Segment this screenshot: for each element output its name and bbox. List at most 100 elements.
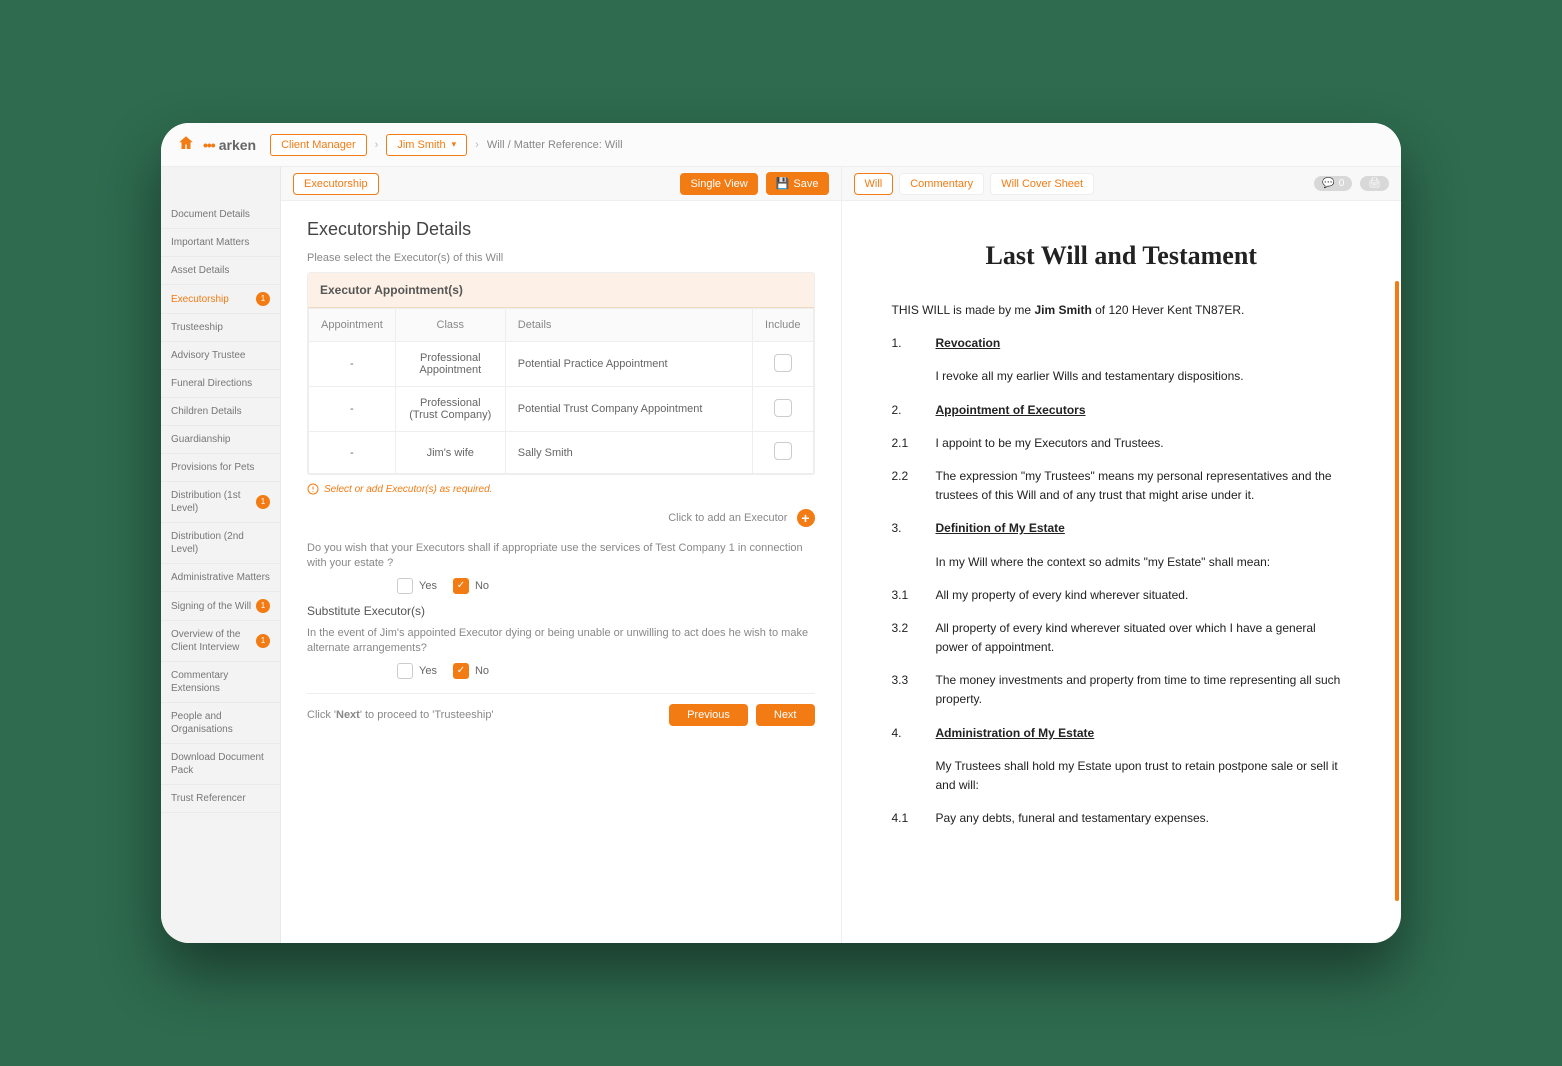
sidebar-item-16[interactable]: People and Organisations	[161, 703, 280, 744]
cell-include	[753, 342, 813, 387]
sidebar-item-3[interactable]: Executorship1	[161, 285, 280, 314]
substitute-executors-title: Substitute Executor(s)	[307, 604, 815, 618]
sidebar-badge: 1	[256, 599, 270, 613]
comment-icon: 💬	[1322, 178, 1334, 189]
section-2-head: 2.Appointment of Executors	[892, 401, 1352, 420]
section-1-head: 1.Revocation	[892, 334, 1352, 353]
sidebar-item-6[interactable]: Funeral Directions	[161, 370, 280, 398]
col-details: Details	[505, 309, 752, 342]
include-checkbox[interactable]	[774, 442, 792, 460]
chevron-down-icon: ▾	[452, 139, 457, 150]
q1-yes-option[interactable]: Yes	[397, 578, 437, 594]
executor-table: Appointment Class Details Include -Profe…	[308, 308, 814, 474]
sidebar-item-0[interactable]: Document Details	[161, 201, 280, 229]
cell-class: Jim's wife	[395, 432, 505, 474]
sidebar-item-7[interactable]: Children Details	[161, 398, 280, 426]
tab-executorship[interactable]: Executorship	[293, 173, 379, 195]
single-view-button[interactable]: Single View	[680, 173, 757, 195]
include-checkbox[interactable]	[774, 354, 792, 372]
cell-appointment: -	[309, 342, 396, 387]
cell-details: Potential Trust Company Appointment	[505, 387, 752, 432]
next-button[interactable]: Next	[756, 704, 815, 726]
sidebar-item-label: Commentary Extensions	[171, 669, 270, 695]
question-1: Do you wish that your Executors shall if…	[307, 541, 815, 572]
sidebar-item-11[interactable]: Distribution (2nd Level)	[161, 523, 280, 564]
sidebar-item-label: Asset Details	[171, 264, 229, 277]
sidebar-item-10[interactable]: Distribution (1st Level)1	[161, 482, 280, 523]
add-executor-label: Click to add an Executor	[668, 512, 787, 524]
doc-tab-commentary[interactable]: Commentary	[899, 173, 984, 195]
sidebar-item-13[interactable]: Signing of the Will 1	[161, 592, 280, 621]
previous-button[interactable]: Previous	[669, 704, 748, 726]
sidebar-item-label: Executorship	[171, 293, 229, 306]
doc-tab-will[interactable]: Will	[854, 173, 894, 195]
save-button[interactable]: 💾 Save	[766, 172, 829, 195]
left-tabbar: Executorship Single View 💾 Save	[281, 167, 841, 201]
sidebar-item-2[interactable]: Asset Details	[161, 257, 280, 285]
add-executor-button[interactable]: +	[797, 509, 815, 527]
warning-row: Select or add Executor(s) as required.	[307, 483, 815, 495]
doc-tab-will-cover-sheet[interactable]: Will Cover Sheet	[990, 173, 1094, 195]
print-icon: 🖨	[1368, 178, 1381, 189]
logo-dots-icon: •••	[203, 137, 215, 153]
save-icon: 💾	[776, 177, 790, 190]
section-2-2: 2.2The expression "my Trustees" means my…	[892, 467, 1352, 505]
sidebar-item-8[interactable]: Guardianship	[161, 426, 280, 454]
sidebar-item-label: Important Matters	[171, 236, 249, 249]
sidebar-item-label: People and Organisations	[171, 710, 270, 736]
form-footer: Click 'Next' to proceed to 'Trusteeship'…	[307, 693, 815, 726]
section-4-lead: My Trustees shall hold my Estate upon tr…	[892, 757, 1352, 795]
sidebar-item-label: Distribution (1st Level)	[171, 489, 256, 515]
sidebar-nav: Document Details Important Matters Asset D…	[161, 167, 281, 943]
print-button[interactable]: 🖨	[1360, 176, 1389, 191]
sidebar-item-12[interactable]: Administrative Matters	[161, 564, 280, 592]
section-2-1: 2.1I appoint to be my Executors and Trus…	[892, 434, 1352, 453]
doc-intro: THIS WILL is made by me Jim Smith of 120…	[892, 301, 1352, 320]
sidebar-item-9[interactable]: Provisions for Pets	[161, 454, 280, 482]
brand-logo: ••• arken	[203, 137, 256, 153]
client-manager-crumb[interactable]: Client Manager	[270, 134, 367, 156]
cell-include	[753, 432, 813, 474]
sidebar-item-label: Document Details	[171, 208, 250, 221]
top-breadcrumb-bar: ••• arken Client Manager › Jim Smith ▾ ›…	[161, 123, 1401, 167]
sidebar-item-14[interactable]: Overview of the Client Interview1	[161, 621, 280, 662]
sidebar-item-5[interactable]: Advisory Trustee	[161, 342, 280, 370]
sidebar-item-4[interactable]: Trusteeship	[161, 314, 280, 342]
sidebar-item-1[interactable]: Important Matters	[161, 229, 280, 257]
executor-appointments-block: Executor Appointment(s) Appointment Clas…	[307, 272, 815, 475]
sidebar-item-17[interactable]: Download Document Pack	[161, 744, 280, 785]
section-4-1: 4.1Pay any debts, funeral and testamenta…	[892, 809, 1352, 828]
client-name-crumb[interactable]: Jim Smith ▾	[386, 134, 467, 156]
home-icon[interactable]	[177, 134, 195, 155]
alert-icon	[307, 483, 319, 495]
sidebar-item-18[interactable]: Trust Referencer	[161, 785, 280, 813]
sidebar-item-label: Administrative Matters	[171, 571, 270, 584]
warning-text: Select or add Executor(s) as required.	[324, 484, 492, 495]
table-row: -Professional AppointmentPotential Pract…	[309, 342, 814, 387]
footer-hint: Click 'Next' to proceed to 'Trusteeship'	[307, 709, 494, 721]
brand-name: arken	[219, 137, 256, 153]
table-row: -Jim's wifeSally Smith	[309, 432, 814, 474]
sidebar-item-15[interactable]: Commentary Extensions	[161, 662, 280, 703]
table-row: -Professional (Trust Company)Potential T…	[309, 387, 814, 432]
q2-no-option[interactable]: No	[453, 663, 489, 679]
sidebar-badge: 1	[256, 495, 270, 509]
section-3-2: 3.2All property of every kind wherever s…	[892, 619, 1352, 657]
include-checkbox[interactable]	[774, 399, 792, 417]
q1-no-option[interactable]: No	[453, 578, 489, 594]
section-3-lead: In my Will where the context so admits "…	[892, 553, 1352, 572]
q2-yes-option[interactable]: Yes	[397, 663, 437, 679]
page-title: Executorship Details	[307, 219, 815, 240]
form-subtitle: Please select the Executor(s) of this Wi…	[307, 252, 815, 264]
sidebar-item-label: Funeral Directions	[171, 377, 252, 390]
scrollbar-indicator[interactable]	[1395, 281, 1399, 901]
section-1-text: I revoke all my earlier Wills and testam…	[892, 367, 1352, 386]
form-area: Executorship Details Please select the E…	[281, 201, 841, 943]
section-3-1: 3.1All my property of every kind whereve…	[892, 586, 1352, 605]
question-2-options: Yes No	[397, 663, 815, 679]
document-title: Last Will and Testament	[892, 241, 1352, 271]
comment-counter[interactable]: 💬 0	[1314, 176, 1352, 191]
sidebar-item-label: Signing of the Will	[171, 600, 251, 613]
sidebar-item-label: Children Details	[171, 405, 242, 418]
chevron-right-icon: ›	[375, 139, 379, 151]
